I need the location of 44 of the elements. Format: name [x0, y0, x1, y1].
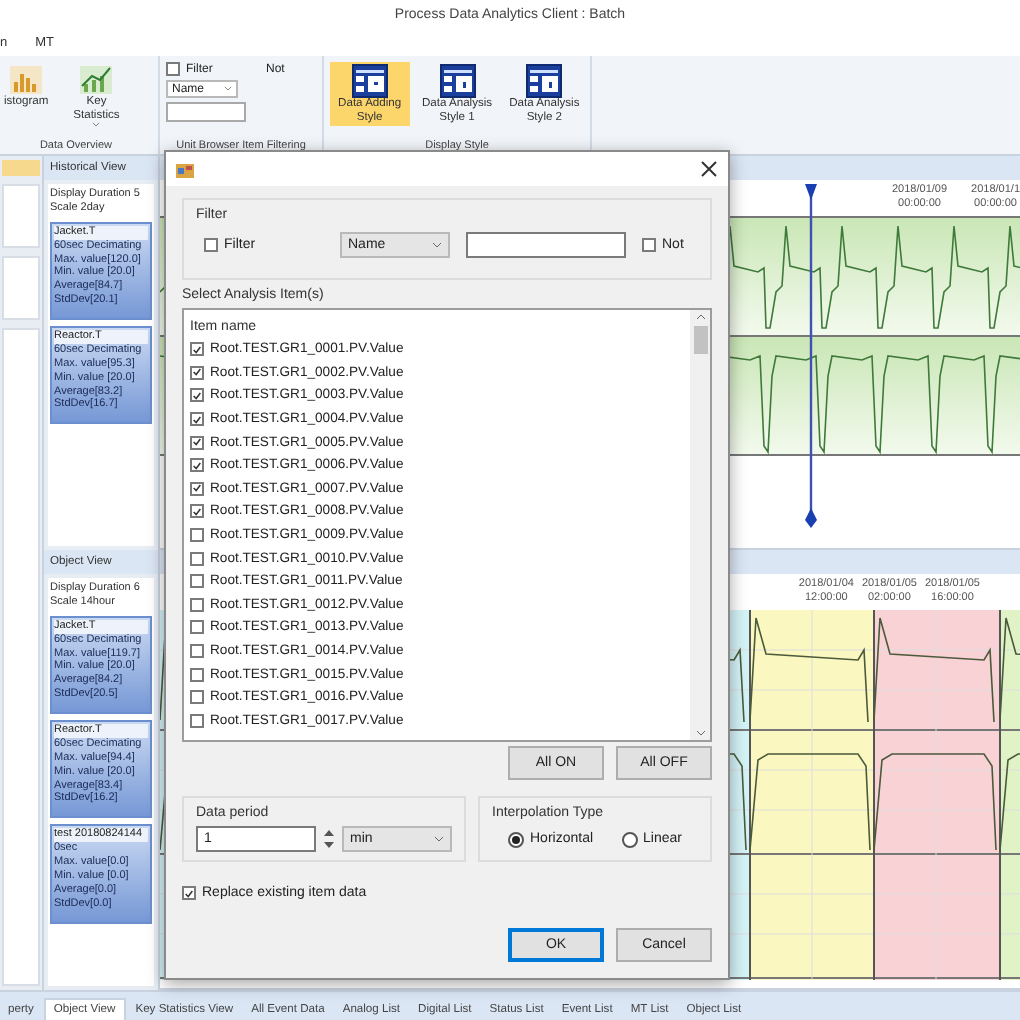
checkbox[interactable] [190, 528, 204, 543]
checkbox[interactable] [190, 644, 204, 659]
scrollbar[interactable] [690, 310, 710, 740]
app-icon [176, 161, 194, 177]
checkbox[interactable] [190, 412, 204, 427]
checkbox[interactable] [190, 713, 204, 728]
panel-box [2, 184, 40, 248]
checkbox[interactable] [204, 238, 218, 252]
checkbox[interactable] [190, 597, 204, 612]
caret-icon [695, 730, 705, 736]
scroll-thumb[interactable] [693, 326, 707, 354]
caret-icon [432, 242, 442, 248]
panel-header [2, 160, 40, 176]
caret-icon [224, 86, 232, 92]
caret-icon [434, 836, 444, 842]
input-field[interactable] [166, 102, 246, 122]
caret-icon [695, 314, 705, 320]
checkbox[interactable] [166, 62, 180, 76]
time-cursor[interactable] [804, 184, 818, 528]
line-chart-icon [78, 64, 115, 96]
checkbox[interactable] [642, 238, 656, 252]
checkbox[interactable] [190, 504, 204, 519]
layout-icon [439, 64, 475, 98]
checkbox[interactable] [190, 667, 204, 682]
checkbox[interactable] [190, 458, 204, 473]
bar-chart-icon [8, 64, 45, 96]
radio-button[interactable] [621, 831, 638, 847]
checkbox[interactable] [190, 481, 204, 496]
checkbox[interactable] [190, 342, 204, 357]
checkbox[interactable] [190, 551, 204, 566]
checkbox[interactable] [190, 388, 204, 403]
checkbox[interactable] [190, 620, 204, 635]
panel-box [2, 256, 40, 320]
checkbox[interactable] [182, 886, 196, 900]
layout-icon [526, 64, 563, 98]
checkbox[interactable] [190, 690, 204, 705]
radio-button[interactable] [508, 831, 524, 847]
spinner-icon[interactable] [322, 828, 336, 850]
close-button[interactable] [700, 160, 718, 178]
checkbox[interactable] [190, 365, 204, 380]
filter-field[interactable] [466, 232, 626, 258]
checkbox[interactable] [190, 574, 204, 589]
layout-icon [351, 64, 388, 98]
checkbox[interactable] [190, 435, 204, 450]
